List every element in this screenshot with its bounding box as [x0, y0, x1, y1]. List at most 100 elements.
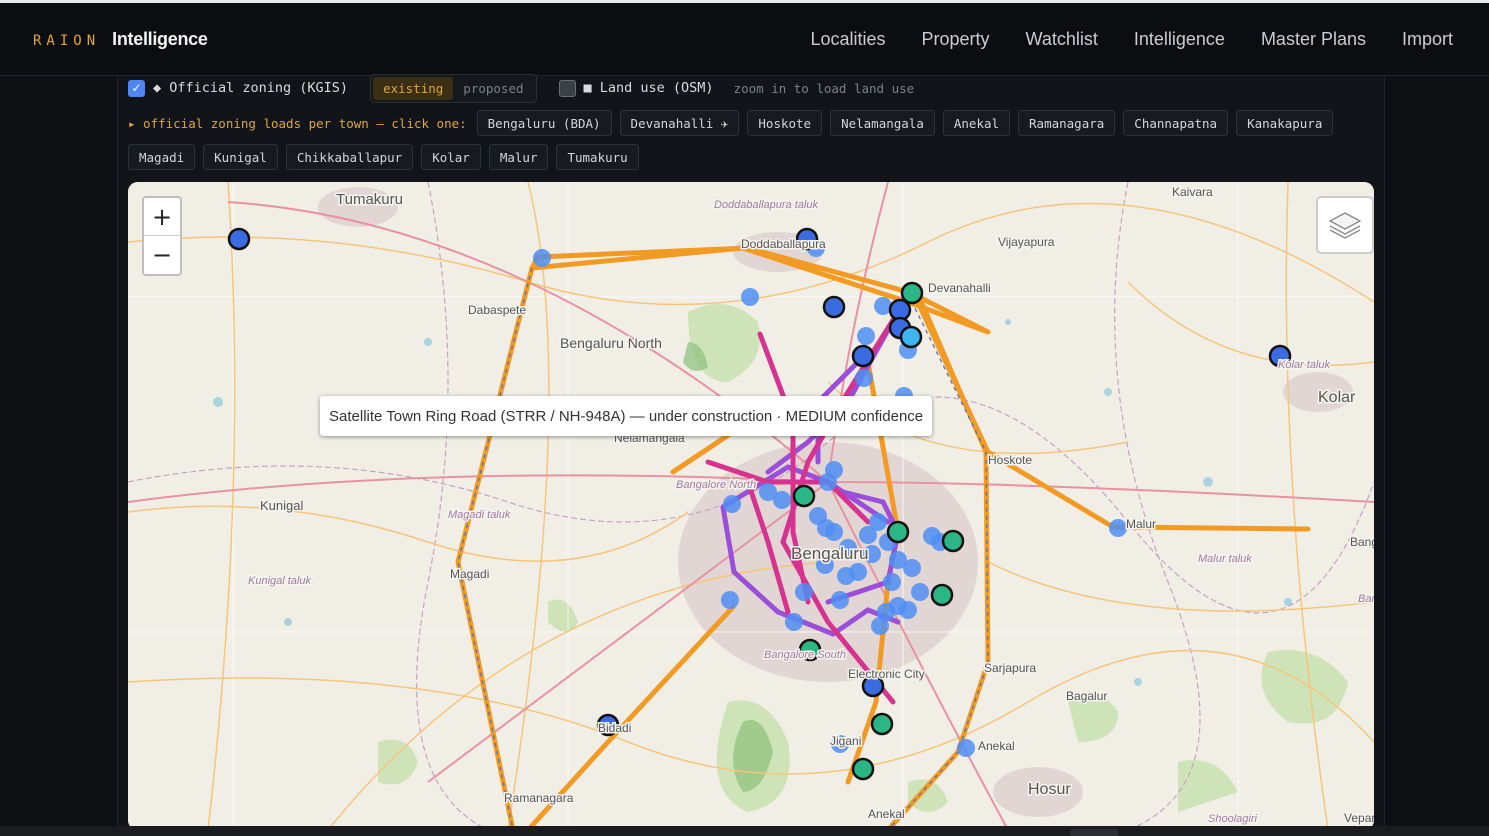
- place-label: Anekal: [868, 807, 905, 821]
- nav-import[interactable]: Import: [1402, 29, 1453, 50]
- locality-marker[interactable]: [899, 601, 917, 619]
- layers-icon: [1328, 212, 1362, 239]
- project-marker[interactable]: [900, 281, 924, 305]
- place-label: Kunigal taluk: [248, 575, 311, 587]
- place-label: Vepanahalli: [1344, 811, 1374, 825]
- zoom-out-button[interactable]: −: [144, 236, 180, 274]
- towns-label: ▸ official zoning loads per town — click…: [128, 115, 467, 131]
- zoom-control: + −: [142, 196, 182, 276]
- locality-marker[interactable]: [809, 507, 827, 525]
- town-selector: ▸ official zoning loads per town — click…: [128, 110, 1368, 170]
- town-chip-ramanagara[interactable]: Ramanagara: [1018, 110, 1116, 136]
- nav-master-plans[interactable]: Master Plans: [1261, 29, 1366, 50]
- place-label: Magadi: [450, 567, 489, 581]
- place-label: Electronic City: [848, 667, 925, 681]
- locality-marker[interactable]: [857, 327, 875, 345]
- place-label: Magadi taluk: [448, 509, 511, 521]
- place-label: Doddaballapura taluk: [714, 199, 818, 211]
- town-chip-kunigal[interactable]: Kunigal: [203, 144, 278, 170]
- project-marker[interactable]: [930, 583, 954, 607]
- place-label: Kolar: [1318, 389, 1356, 406]
- watchlist-marker[interactable]: [851, 344, 875, 368]
- town-chip-chikkaballapur[interactable]: Chikkaballapur: [285, 144, 414, 170]
- watchlist-marker[interactable]: [822, 295, 846, 319]
- locality-marker[interactable]: [819, 473, 837, 491]
- nav-localities[interactable]: Localities: [810, 29, 885, 50]
- bottom-bar-tab: [1070, 829, 1118, 836]
- map-canvas[interactable]: Tumakuru Doddaballapura Doddaballapura tal…: [128, 182, 1374, 830]
- locality-marker[interactable]: [903, 559, 921, 577]
- locality-marker[interactable]: [723, 495, 741, 513]
- locality-marker[interactable]: [785, 613, 803, 631]
- locality-marker[interactable]: [1109, 519, 1127, 537]
- town-chip-nelamangala[interactable]: Nelamangala: [830, 110, 935, 136]
- town-chip-kolar[interactable]: Kolar: [421, 144, 481, 170]
- map-tooltip: Satellite Town Ring Road (STRR / NH-948A…: [320, 396, 933, 436]
- locality-marker[interactable]: [741, 288, 759, 306]
- place-label: Bagalur: [1066, 689, 1107, 703]
- locality-marker[interactable]: [825, 523, 843, 541]
- locality-marker[interactable]: [911, 583, 929, 601]
- place-label: Bidadi: [598, 721, 631, 735]
- place-label: Bengaluru North: [560, 335, 662, 351]
- town-chip-bengaluru[interactable]: Bengaluru (BDA): [476, 110, 612, 136]
- map-view[interactable]: Tumakuru Doddaballapura Doddaballapura tal…: [128, 182, 1374, 830]
- nav-links: Localities Property Watchlist Intelligen…: [810, 29, 1453, 50]
- locality-marker[interactable]: [923, 527, 941, 545]
- town-chip-magadi[interactable]: Magadi: [128, 144, 196, 170]
- locality-marker[interactable]: [831, 591, 849, 609]
- place-label: Kolar taluk: [1278, 359, 1330, 371]
- place-label: Dabaspete: [468, 303, 526, 317]
- locality-marker[interactable]: [871, 617, 889, 635]
- locality-marker[interactable]: [855, 369, 873, 387]
- town-chip-kanakapura[interactable]: Kanakapura: [1236, 110, 1334, 136]
- project-marker[interactable]: [886, 520, 910, 544]
- place-label: Vijayapura: [998, 235, 1055, 249]
- town-chip-anekal[interactable]: Anekal: [942, 110, 1011, 136]
- nav-intelligence[interactable]: Intelligence: [1134, 29, 1225, 50]
- town-chip-devanahalli[interactable]: Devanahalli ✈: [619, 110, 740, 136]
- brand-logo[interactable]: RAION Intelligence: [33, 29, 208, 50]
- town-chip-channapatna[interactable]: Channapatna: [1123, 110, 1229, 136]
- project-marker[interactable]: [851, 757, 875, 781]
- locality-marker[interactable]: [883, 573, 901, 591]
- place-label: Tumakuru: [336, 191, 403, 208]
- place-label: Kunigal: [260, 498, 303, 513]
- nav-watchlist[interactable]: Watchlist: [1026, 29, 1098, 50]
- project-marker[interactable]: [870, 712, 894, 736]
- place-label: Doddaballapura: [741, 237, 826, 251]
- landuse-label[interactable]: ■ Land use (OSM): [584, 80, 714, 96]
- brand-mark: RAION: [33, 33, 101, 49]
- place-label: Bangalore South: [764, 649, 846, 661]
- mode-existing-button[interactable]: existing: [373, 76, 454, 100]
- town-chip-tumakuru[interactable]: Tumakuru: [556, 144, 639, 170]
- infra-marker[interactable]: [899, 325, 923, 349]
- nav-property[interactable]: Property: [921, 29, 989, 50]
- project-marker[interactable]: [941, 529, 965, 553]
- layers-button[interactable]: [1316, 196, 1374, 254]
- locality-marker[interactable]: [721, 591, 739, 609]
- town-chip-hoskote[interactable]: Hoskote: [747, 110, 823, 136]
- watchlist-marker[interactable]: [227, 227, 251, 251]
- zoning-checkbox[interactable]: ✓: [128, 79, 145, 97]
- place-label: Malur: [1126, 517, 1156, 531]
- place-label: Devanahalli: [928, 281, 991, 295]
- place-label: Hoskote: [988, 453, 1032, 467]
- zoning-label[interactable]: ◆ Official zoning (KGIS): [153, 80, 348, 96]
- zoom-in-button[interactable]: +: [144, 198, 180, 236]
- locality-marker[interactable]: [773, 491, 791, 509]
- mode-proposed-button[interactable]: proposed: [453, 77, 533, 100]
- locality-marker[interactable]: [849, 563, 867, 581]
- locality-marker[interactable]: [533, 249, 551, 267]
- locality-marker[interactable]: [957, 739, 975, 757]
- top-navbar: RAION Intelligence Localities Property W…: [0, 3, 1489, 76]
- place-label: Bangarapet: [1350, 535, 1374, 549]
- locality-marker[interactable]: [795, 583, 813, 601]
- brand-name: Intelligence: [112, 29, 208, 49]
- landuse-checkbox[interactable]: [558, 79, 576, 97]
- locality-marker[interactable]: [869, 513, 887, 531]
- town-chip-malur[interactable]: Malur: [488, 144, 549, 170]
- place-label: Shoolagiri: [1208, 813, 1257, 825]
- bottom-bar: [0, 826, 1489, 836]
- project-marker[interactable]: [792, 484, 816, 508]
